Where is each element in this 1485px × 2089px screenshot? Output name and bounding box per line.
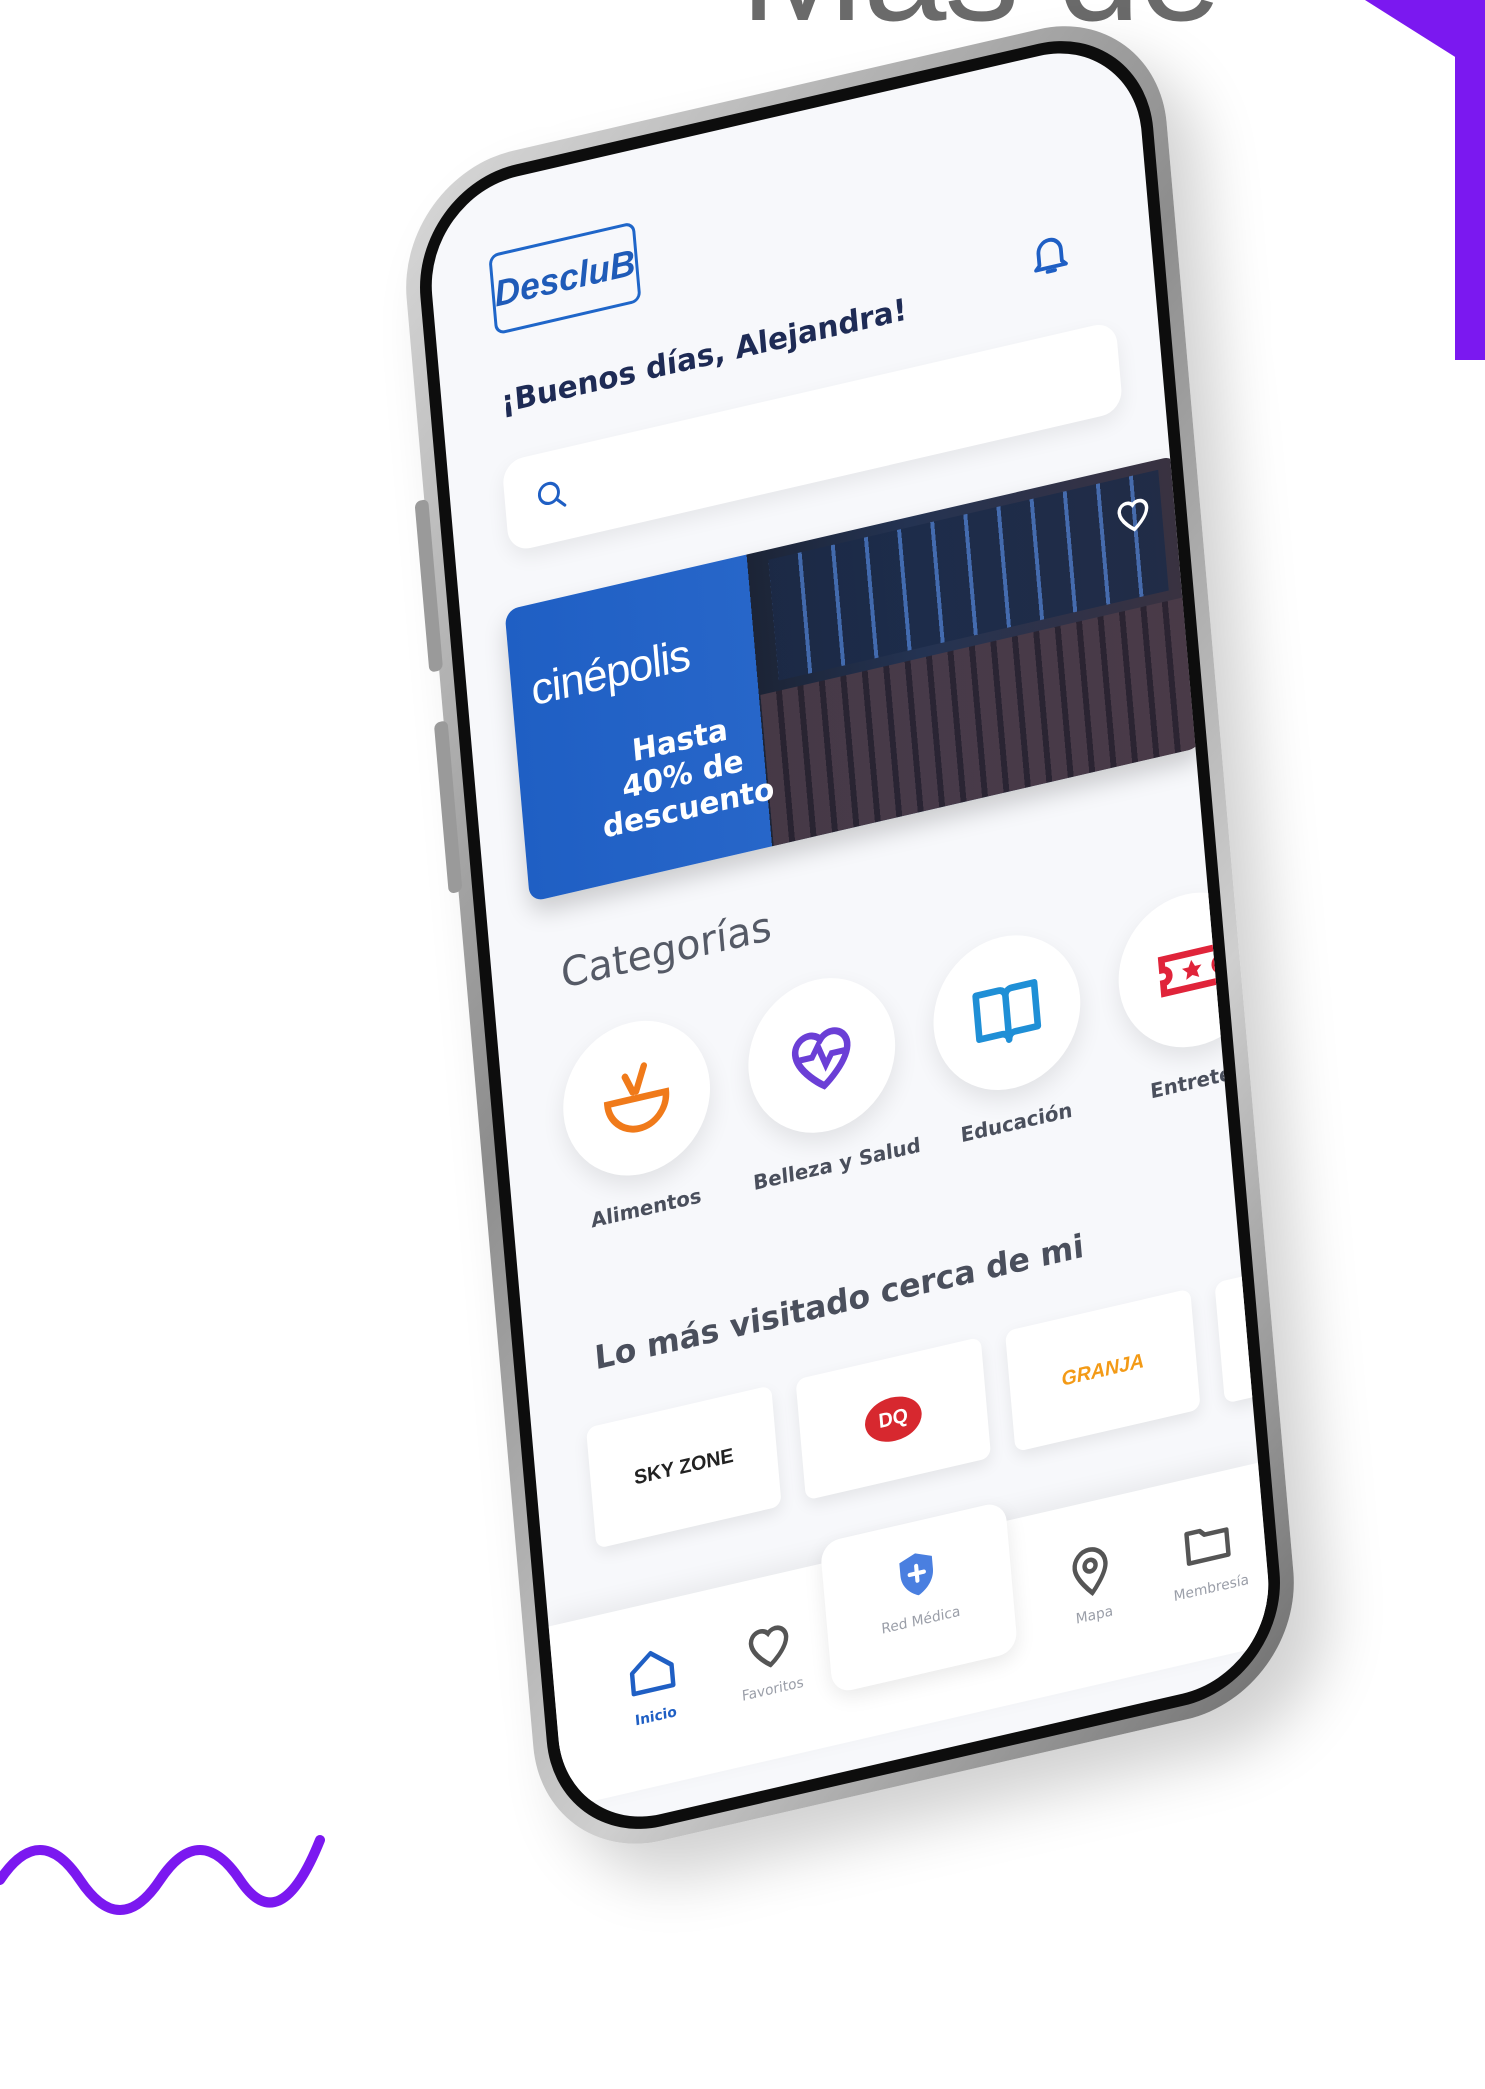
folder-icon — [1184, 1527, 1231, 1566]
tab-red-medica[interactable]: Red Médica — [819, 1500, 1019, 1695]
tab-label: Membresía — [1173, 1571, 1250, 1606]
home-icon — [629, 1650, 676, 1697]
food-bowl-icon — [603, 1062, 670, 1133]
category-alimentos[interactable]: Alimentos — [552, 1005, 727, 1262]
banner-promo-text: Hasta 40% de descuento — [601, 712, 776, 846]
banner2-promo-text: 2x cor — [1247, 621, 1277, 677]
place-logo: SKY ZONE — [633, 1443, 735, 1490]
tab-label: Favoritos — [741, 1674, 805, 1705]
app-logo: DescluB — [488, 221, 642, 336]
app-screen: DescluB ¡Buenos días, Alejandra! cinépol… — [423, 34, 1277, 1836]
category-label: Entreteni — [1149, 1055, 1254, 1104]
category-label: Belleza y Salud — [752, 1132, 922, 1196]
banner2-logo: TI — [1224, 458, 1277, 607]
map-pin-icon — [1072, 1547, 1108, 1597]
banner-brand: cinépolis — [529, 629, 692, 716]
place-logo: DQ — [863, 1390, 924, 1447]
tab-mapa[interactable]: Mapa — [1030, 1530, 1154, 1637]
squiggle-decoration — [0, 1835, 325, 1915]
place-logo: GRANJA — [1060, 1349, 1145, 1391]
place-card-skyzone[interactable]: SKY ZONE — [585, 1385, 782, 1549]
accent-bar — [1455, 0, 1485, 360]
tab-inicio[interactable]: Inicio — [591, 1631, 715, 1738]
shield-plus-icon — [899, 1553, 933, 1596]
bell-icon[interactable] — [1025, 223, 1074, 284]
category-label: Educación — [959, 1097, 1074, 1148]
category-educacion[interactable]: Educación — [922, 919, 1097, 1176]
tab-favoritos[interactable]: Favoritos — [708, 1604, 832, 1711]
heart-pulse-icon — [791, 1027, 851, 1090]
accent-triangle — [1365, 0, 1460, 60]
categories-title: Categorías — [559, 903, 774, 999]
tab-label: Mapa — [1075, 1603, 1114, 1628]
category-label: Alimentos — [590, 1183, 703, 1233]
book-icon — [972, 979, 1042, 1044]
category-belleza-salud[interactable]: Belleza y Salud — [737, 962, 922, 1219]
search-icon — [537, 481, 567, 507]
place-card-dq[interactable]: DQ — [795, 1336, 992, 1501]
tab-membresia[interactable]: Membresía — [1147, 1503, 1271, 1610]
place-card-granja[interactable]: GRANJA — [1004, 1288, 1201, 1453]
heart-icon — [748, 1625, 789, 1668]
phone-mockup: DescluB ¡Buenos días, Alejandra! cinépol… — [396, 2, 1304, 1868]
tab-label: Inicio — [634, 1703, 678, 1730]
